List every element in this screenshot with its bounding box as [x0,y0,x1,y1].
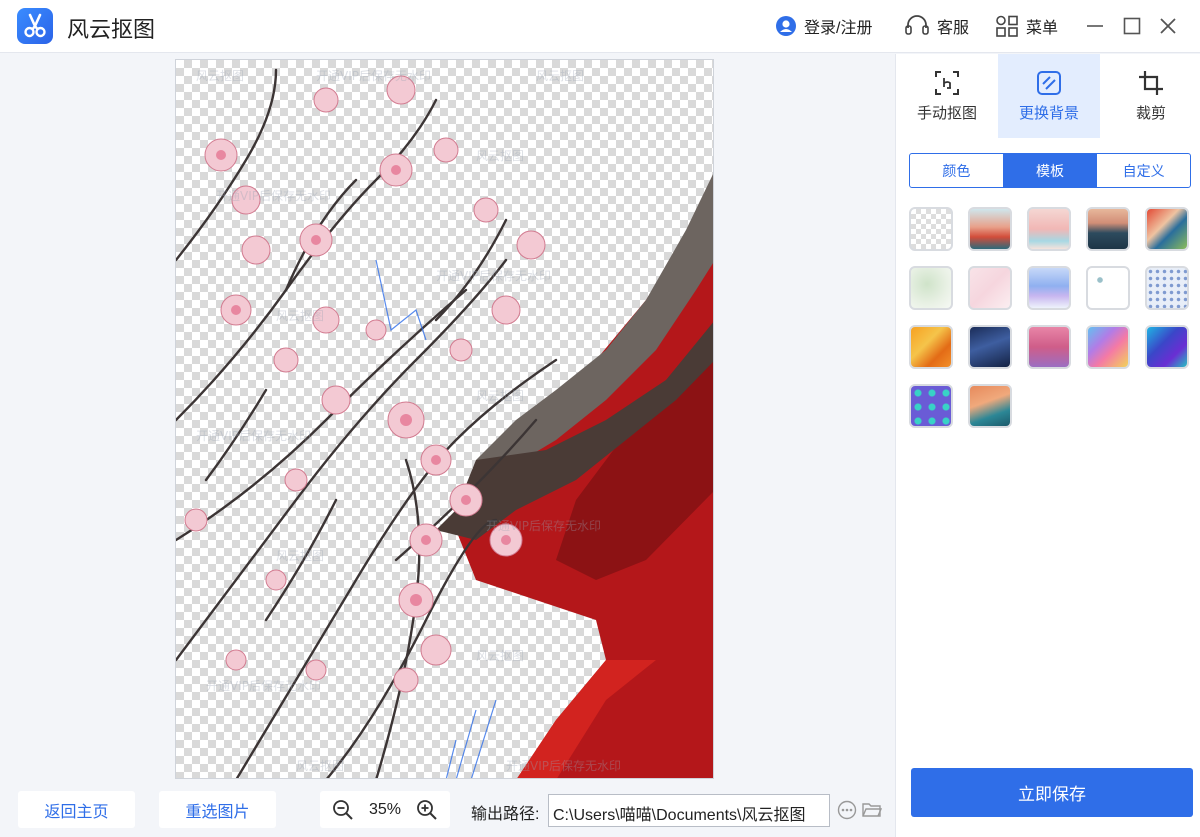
template-pink-marble[interactable] [968,266,1012,310]
template-orange-paint[interactable] [909,325,953,369]
crop-icon [1139,71,1163,95]
minimize-icon [1087,25,1103,27]
template-orange-gradient[interactable] [968,384,1012,428]
reselect-image-button[interactable]: 重选图片 [159,791,276,828]
svg-text:风云抠图: 风云抠图 [276,549,324,563]
svg-text:开通VIP后保存无水印: 开通VIP后保存无水印 [436,269,551,283]
login-button[interactable]: 登录/注册 [775,13,872,39]
svg-text:开通VIP后保存无水印: 开通VIP后保存无水印 [486,519,601,533]
close-button[interactable] [1155,13,1181,39]
zoom-in-icon[interactable] [416,799,438,821]
user-icon [776,16,796,36]
menu-button[interactable]: 菜单 [995,13,1058,39]
svg-text:开通VIP后保存无水印: 开通VIP后保存无水印 [506,759,621,773]
svg-text:风云抠图: 风云抠图 [536,69,584,83]
background-type-tabs: 颜色 模板 自定义 [909,153,1191,188]
svg-text:风云抠图: 风云抠图 [196,69,244,83]
svg-text:开通VIP后保存无水印: 开通VIP后保存无水印 [196,429,311,443]
app-logo-icon [17,8,53,44]
output-path-label: 输出路径: [471,806,540,823]
change-background-icon [1037,71,1061,95]
grid-menu-icon [996,15,1018,37]
template-dark-mountain[interactable] [1086,207,1130,251]
headset-icon [905,15,929,35]
back-home-button[interactable]: 返回主页 [18,791,135,828]
magnolia-roof-image: 风云抠图 开通VIP后保存无水印 风云抠图 开通VIP后保存无水印风云抠图 风云抠… [176,68,713,778]
customer-service-label: 客服 [937,20,970,37]
template-blue-leaves[interactable] [1086,266,1130,310]
open-folder-icon[interactable] [862,800,882,820]
svg-text:开通VIP后保存无水印: 开通VIP后保存无水印 [206,679,321,693]
template-blue-pattern[interactable] [1145,266,1189,310]
title-bar: 风云抠图 登录/注册 客服 菜单 [0,0,1200,53]
template-navy-shape[interactable] [968,325,1012,369]
output-path-field[interactable]: C:\Users\喵喵\Documents\风云抠图 [548,794,830,827]
tab-crop[interactable]: 裁剪 [1100,54,1200,138]
template-transparent[interactable] [909,207,953,251]
template-colorful-abstract[interactable] [1086,325,1130,369]
tab-color[interactable]: 颜色 [910,154,1004,187]
save-now-button[interactable]: 立即保存 [911,768,1193,817]
template-mountain-sunset[interactable] [968,207,1012,251]
tab-change-background[interactable]: 更换背景 [998,54,1100,138]
canvas-area: 风云抠图 开通VIP后保存无水印 风云抠图 开通VIP后保存无水印 风云抠图 风云抠… [0,54,895,783]
right-panel: 手动抠图 更换背景 裁剪 颜色 模板 自定义 立即保存 [895,54,1200,837]
app-title: 风云抠图 [67,17,156,42]
template-pink-clouds[interactable] [1027,325,1071,369]
tab-crop-label: 裁剪 [1135,105,1166,122]
template-green-floral[interactable] [909,266,953,310]
svg-text:开通VIP后保存无水印: 开通VIP后保存无水印 [316,69,431,83]
template-purple-circles[interactable] [909,384,953,428]
maximize-icon [1123,17,1141,35]
template-abstract-red-green[interactable] [1145,207,1189,251]
login-label: 登录/注册 [804,20,873,37]
manual-cutout-icon [935,71,959,95]
svg-text:风云抠图: 风云抠图 [296,759,344,773]
zoom-level: 35% [368,800,402,818]
more-options-icon[interactable] [837,800,857,820]
customer-service-button[interactable]: 客服 [904,13,969,39]
cutout-image-preview[interactable]: 风云抠图 开通VIP后保存无水印 风云抠图 开通VIP后保存无水印 风云抠图 风云抠… [175,59,714,779]
svg-text:风云抠图: 风云抠图 [276,309,324,323]
tab-custom[interactable]: 自定义 [1097,154,1190,187]
close-icon [1160,18,1176,34]
zoom-control: 35% [320,791,450,828]
tab-template[interactable]: 模板 [1003,154,1098,187]
template-blue-purple-swirl[interactable] [1145,325,1189,369]
zoom-out-icon[interactable] [332,799,354,821]
svg-text:风云抠图: 风云抠图 [476,149,524,163]
template-pink-sky[interactable] [1027,207,1071,251]
svg-text:开通VIP后保存无水印: 开通VIP后保存无水印 [216,189,331,203]
template-blue-waves[interactable] [1027,266,1071,310]
minimize-button[interactable] [1082,13,1108,39]
menu-label: 菜单 [1026,20,1059,37]
tab-change-background-label: 更换背景 [1018,105,1079,122]
svg-text:风云抠图: 风云抠图 [476,649,524,663]
tab-manual-cutout[interactable]: 手动抠图 [896,54,998,138]
maximize-button[interactable] [1119,13,1145,39]
tab-manual-cutout-label: 手动抠图 [916,105,977,122]
svg-text:风云抠图: 风云抠图 [476,389,524,403]
